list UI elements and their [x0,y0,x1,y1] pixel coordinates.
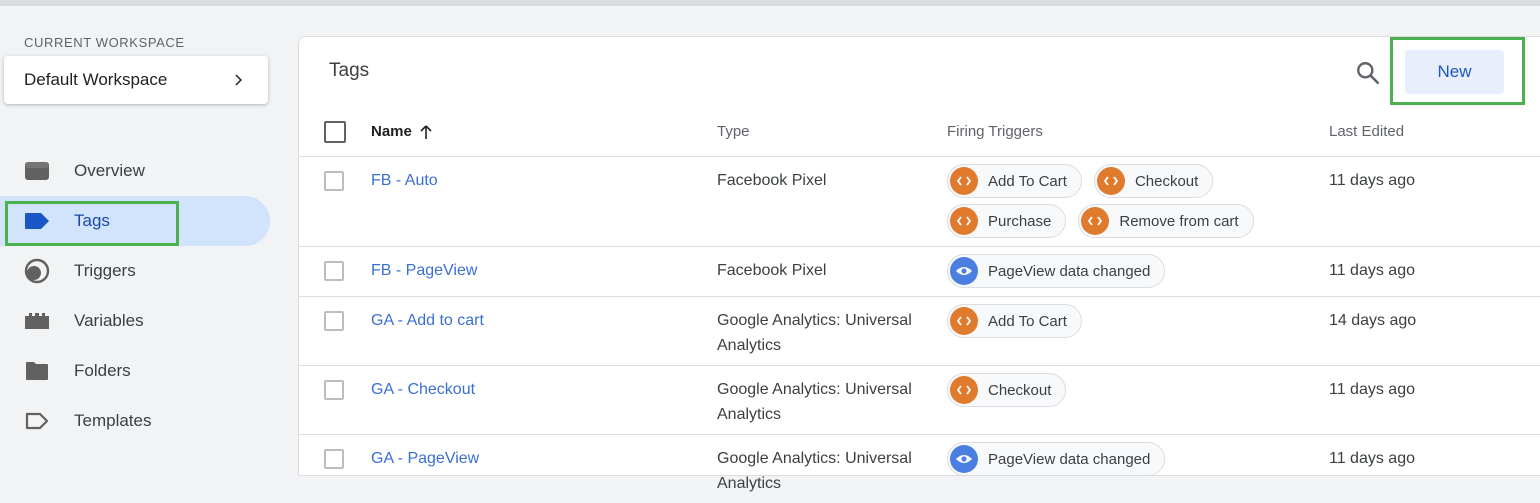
trigger-label: Add To Cart [988,172,1067,190]
trigger-icon [24,258,50,284]
table-row: GA - Checkout Google Analytics: Universa… [299,366,1540,435]
tag-icon [24,208,50,234]
table-row: FB - Auto Facebook Pixel Add To Cart Che… [299,157,1540,247]
new-tag-button[interactable]: New [1405,50,1504,94]
tag-name-link[interactable]: GA - PageView [371,450,479,468]
firing-triggers: Add To Cart Checkout Purchase Remove fro… [947,164,1287,238]
tag-name-link[interactable]: FB - PageView [371,262,477,280]
overview-icon [24,158,50,184]
column-header-last-edited[interactable]: Last Edited [1329,123,1404,140]
firing-triggers: Checkout [947,373,1287,407]
trigger-chip[interactable]: Remove from cart [1078,204,1254,238]
column-header-triggers: Firing Triggers [947,123,1043,140]
row-checkbox[interactable] [324,311,344,331]
table-row: GA - Add to cart Google Analytics: Unive… [299,297,1540,366]
row-checkbox[interactable] [324,449,344,469]
table-row: FB - PageView Facebook Pixel PageView da… [299,247,1540,297]
custom-event-icon [1081,207,1110,235]
workspace-label: CURRENT WORKSPACE [24,35,185,50]
custom-event-icon [950,376,978,404]
variables-icon [24,308,50,334]
column-header-name[interactable]: Name [371,123,434,140]
column-header-type[interactable]: Type [717,123,750,140]
tag-name-link[interactable]: FB - Auto [371,172,438,190]
tag-type: Facebook Pixel [717,172,827,189]
sidebar-item-label: Templates [74,411,152,430]
row-checkbox[interactable] [324,171,344,191]
trigger-label: Purchase [988,212,1052,230]
sidebar-item-triggers[interactable]: Triggers [0,246,270,296]
tag-type: Google Analytics: Universal Analytics [717,381,912,423]
firing-triggers: Add To Cart [947,304,1287,338]
table-header: Name Type Firing Triggers Last Edited [299,107,1540,157]
trigger-chip[interactable]: Add To Cart [947,304,1082,338]
workspace-selector[interactable]: Default Workspace [4,56,268,104]
select-all-checkbox[interactable] [324,121,346,143]
sidebar: CURRENT WORKSPACE Default Workspace Over… [0,6,290,456]
row-checkbox[interactable] [324,380,344,400]
trigger-label: Checkout [988,381,1052,399]
tag-type: Google Analytics: Universal Analytics [717,312,912,354]
sidebar-item-label: Folders [74,361,131,380]
tags-panel: Tags New Name Type Firing Triggers Last … [298,36,1540,492]
sidebar-item-overview[interactable]: Overview [0,146,270,196]
trigger-label: Add To Cart [988,312,1067,330]
sidebar-nav: Overview Tags Triggers Variables Folders [0,146,270,446]
custom-event-icon [1096,167,1125,195]
sidebar-item-label: Triggers [74,261,136,280]
tag-name-link[interactable]: GA - Checkout [371,381,475,399]
sidebar-item-folders[interactable]: Folders [0,346,270,396]
sidebar-item-variables[interactable]: Variables [0,296,270,346]
sidebar-item-label: Variables [74,311,144,330]
trigger-chip[interactable]: Purchase [947,204,1067,238]
trigger-label: Remove from cart [1119,212,1239,230]
last-edited: 11 days ago [1329,381,1415,398]
sidebar-item-tags[interactable]: Tags [0,196,270,246]
sidebar-item-label: Overview [74,161,145,180]
custom-event-icon [950,207,978,235]
template-icon [24,408,50,434]
trigger-chip[interactable]: PageView data changed [947,442,1166,476]
custom-event-icon [950,167,978,195]
last-edited: 14 days ago [1329,312,1417,329]
tag-type: Facebook Pixel [717,262,827,279]
custom-event-icon [950,307,978,335]
sort-ascending-icon [420,124,432,139]
page-title: Tags [329,60,370,81]
folder-icon [24,358,50,384]
last-edited: 11 days ago [1329,262,1415,279]
trigger-label: Checkout [1134,172,1199,190]
chevron-right-icon [235,74,242,86]
last-edited: 11 days ago [1329,172,1415,189]
sidebar-item-templates[interactable]: Templates [0,396,270,446]
trigger-chip[interactable]: Checkout [1093,164,1214,198]
workspace-name: Default Workspace [24,70,168,89]
eye-icon [950,445,978,473]
trigger-chip[interactable]: Add To Cart [947,164,1082,198]
search-icon[interactable] [1355,60,1381,86]
eye-icon [950,257,978,285]
firing-triggers: PageView data changed [947,254,1287,288]
sidebar-item-label: Tags [74,211,110,230]
tag-type: Google Analytics: Universal Analytics [717,450,912,492]
firing-triggers: PageView data changed [947,442,1287,476]
row-checkbox[interactable] [324,261,344,281]
trigger-label: PageView data changed [988,450,1151,468]
table-row: GA - PageView Google Analytics: Universa… [299,435,1540,503]
last-edited: 11 days ago [1329,450,1415,467]
trigger-chip[interactable]: PageView data changed [947,254,1166,288]
tag-name-link[interactable]: GA - Add to cart [371,312,484,330]
trigger-chip[interactable]: Checkout [947,373,1067,407]
trigger-label: PageView data changed [988,262,1151,280]
